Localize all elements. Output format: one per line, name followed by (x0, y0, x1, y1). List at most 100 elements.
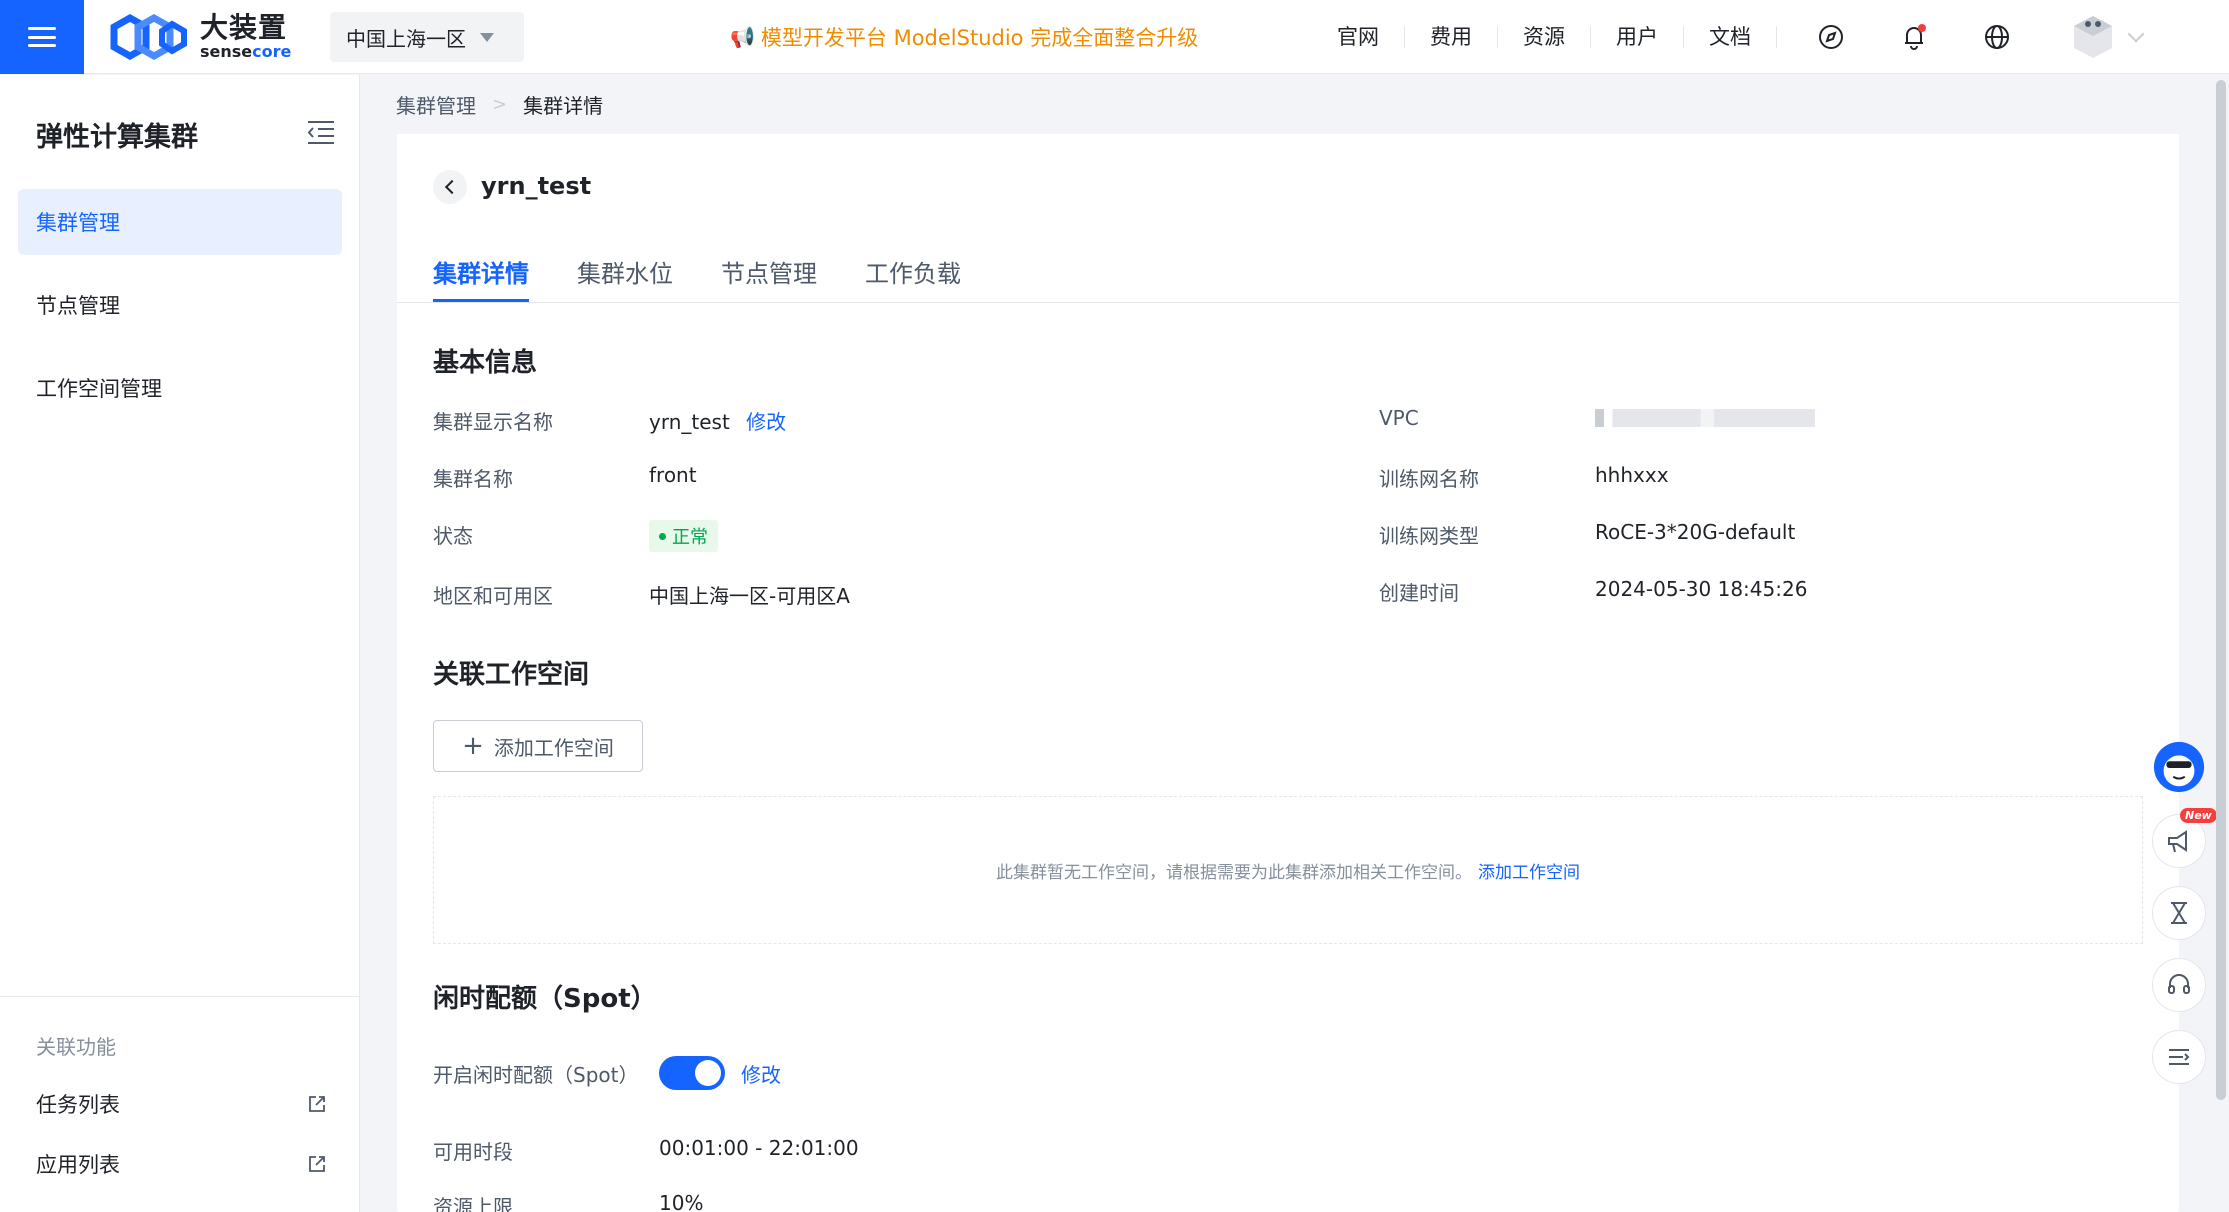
external-link-icon (309, 1156, 325, 1172)
status-badge: 正常 (649, 520, 718, 552)
collapse-sidebar-icon[interactable] (306, 119, 336, 145)
display-name-text: yrn_test (649, 410, 730, 434)
tab-cluster-watermark[interactable]: 集群水位 (577, 254, 673, 302)
sidebar: 弹性计算集群 集群管理 节点管理 工作空间管理 关联功能 任务列表 应用列表 (0, 75, 360, 1212)
region-select[interactable]: 中国上海一区 (330, 12, 524, 62)
tab-cluster-detail[interactable]: 集群详情 (433, 254, 529, 302)
zone-value: 中国上海一区-可用区A (649, 584, 850, 608)
train-net-type-label: 训练网类型 (1379, 524, 1479, 548)
edit-spot-link[interactable]: 修改 (741, 1059, 781, 1088)
nav-docs[interactable]: 文档 (1684, 26, 1777, 48)
tabs: 集群详情 集群水位 节点管理 工作负载 (433, 254, 1009, 302)
breadcrumb-current: 集群详情 (523, 94, 604, 118)
spot-period-value: 00:01:00 - 22:01:00 (659, 1136, 859, 1160)
cluster-name-label: 集群名称 (433, 467, 513, 491)
logo-text: 大装置 sensecore (200, 14, 291, 60)
empty-add-workspace-link[interactable]: 添加工作空间 (1478, 858, 1580, 883)
top-nav: 官网 费用 资源 用户 文档 (1312, 0, 1777, 74)
sidebar-item-node-management[interactable]: 节点管理 (18, 272, 342, 338)
logo[interactable]: 大装置 sensecore (110, 14, 291, 60)
sidebar-group-title: 关联功能 (36, 1035, 116, 1059)
breadcrumb-parent[interactable]: 集群管理 (396, 90, 476, 119)
add-workspace-button[interactable]: + 添加工作空间 (433, 720, 643, 772)
section-title-spot: 闲时配额（Spot） (433, 984, 657, 1014)
collapse-toolbar-icon[interactable] (2152, 1030, 2206, 1084)
sidebar-divider (0, 996, 360, 997)
detail-card: yrn_test 集群详情 集群水位 节点管理 工作负载 基本信息 集群显示名称… (397, 134, 2179, 1212)
spot-enable-label: 开启闲时配额（Spot） (433, 1063, 639, 1087)
status-dot-icon (659, 532, 666, 540)
caret-down-icon (480, 32, 494, 42)
empty-text: 此集群暂无工作空间，请根据需要为此集群添加相关工作空间。 (996, 862, 1472, 883)
chevron-left-icon (444, 179, 460, 195)
hamburger-icon (28, 27, 56, 47)
edit-display-name-link[interactable]: 修改 (746, 410, 786, 434)
display-name-label: 集群显示名称 (433, 410, 553, 434)
sidebar-item-label: 集群管理 (36, 211, 120, 235)
sensecore-logo-icon (110, 14, 187, 60)
hourglass-icon[interactable] (2152, 886, 2206, 940)
created-value: 2024-05-30 18:45:26 (1595, 577, 1808, 601)
sidebar-link-app-list[interactable]: 应用列表 (36, 1149, 326, 1179)
sidebar-item-label: 工作空间管理 (36, 377, 162, 401)
spot-toggle[interactable] (659, 1056, 725, 1090)
status-text: 正常 (672, 527, 708, 548)
train-net-name-label: 训练网名称 (1379, 467, 1479, 491)
train-net-type-value: RoCE-3*20G-default (1595, 520, 1796, 544)
globe-icon[interactable] (1982, 22, 2012, 52)
status-label: 状态 (433, 524, 473, 548)
sidebar-link-label: 应用列表 (36, 1153, 120, 1177)
nav-users[interactable]: 用户 (1591, 26, 1684, 48)
spot-period-label: 可用时段 (433, 1140, 513, 1164)
logo-en: sensecore (200, 44, 291, 60)
sidebar-item-cluster-management[interactable]: 集群管理 (18, 189, 342, 255)
headset-icon[interactable] (2152, 958, 2206, 1012)
nav-resources[interactable]: 资源 (1498, 26, 1591, 48)
display-name-value: yrn_test 修改 (649, 406, 786, 435)
chevron-down-icon[interactable] (2127, 25, 2145, 43)
train-net-name-value: hhhxxx (1595, 463, 1669, 487)
workspace-empty-state: 此集群暂无工作空间，请根据需要为此集群添加相关工作空间。 添加工作空间 (433, 796, 2143, 944)
section-title-basic-info: 基本信息 (433, 348, 538, 378)
plus-icon: + (462, 731, 484, 761)
nav-billing[interactable]: 费用 (1405, 26, 1498, 48)
section-title-workspace: 关联工作空间 (433, 660, 590, 690)
sidebar-title: 弹性计算集群 (36, 122, 198, 153)
announcement-text: 模型开发平台 ModelStudio 完成全面整合升级 (760, 26, 1199, 50)
logo-cn: 大装置 (200, 11, 288, 44)
spot-limit-value: 10% (659, 1191, 704, 1212)
external-link-icon (309, 1096, 325, 1112)
nav-official-site[interactable]: 官网 (1312, 26, 1405, 48)
bell-icon[interactable] (1899, 22, 1929, 52)
announcement-link[interactable]: 📢 模型开发平台 ModelStudio 完成全面整合升级 (730, 22, 1198, 52)
spot-limit-label: 资源上限 (433, 1195, 513, 1212)
tab-workload[interactable]: 工作负载 (865, 254, 961, 302)
assistant-mascot-icon[interactable] (2152, 740, 2206, 794)
sidebar-link-task-list[interactable]: 任务列表 (36, 1089, 326, 1119)
breadcrumb: 集群管理 > 集群详情 (396, 90, 603, 119)
logo-en-b: core (252, 42, 292, 61)
page-title: yrn_test (481, 172, 592, 200)
sidebar-link-label: 任务列表 (36, 1093, 120, 1117)
sidebar-item-workspace-management[interactable]: 工作空间管理 (18, 355, 342, 421)
new-badge: New (2180, 808, 2217, 823)
vpc-value-redacted (1595, 409, 1815, 427)
menu-button[interactable] (0, 0, 84, 74)
sidebar-item-label: 节点管理 (36, 294, 120, 318)
created-label: 创建时间 (1379, 581, 1459, 605)
back-button[interactable] (433, 170, 467, 204)
top-bar: 大装置 sensecore 中国上海一区 📢 模型开发平台 ModelStudi… (0, 0, 2229, 74)
breadcrumb-separator-icon: > (492, 94, 508, 115)
region-value: 中国上海一区 (346, 26, 466, 51)
tabs-divider (397, 302, 2179, 303)
add-workspace-label: 添加工作空间 (493, 735, 614, 760)
page-scrollbar[interactable] (2216, 80, 2226, 1100)
megaphone-icon: 📢 (730, 25, 755, 49)
cluster-name-value: front (649, 463, 697, 487)
vpc-label: VPC (1379, 406, 1419, 430)
avatar[interactable] (2068, 12, 2118, 62)
logo-en-a: sense (200, 42, 253, 61)
zone-label: 地区和可用区 (433, 584, 553, 608)
compass-icon[interactable] (1816, 22, 1846, 52)
tab-node-management[interactable]: 节点管理 (721, 254, 817, 302)
